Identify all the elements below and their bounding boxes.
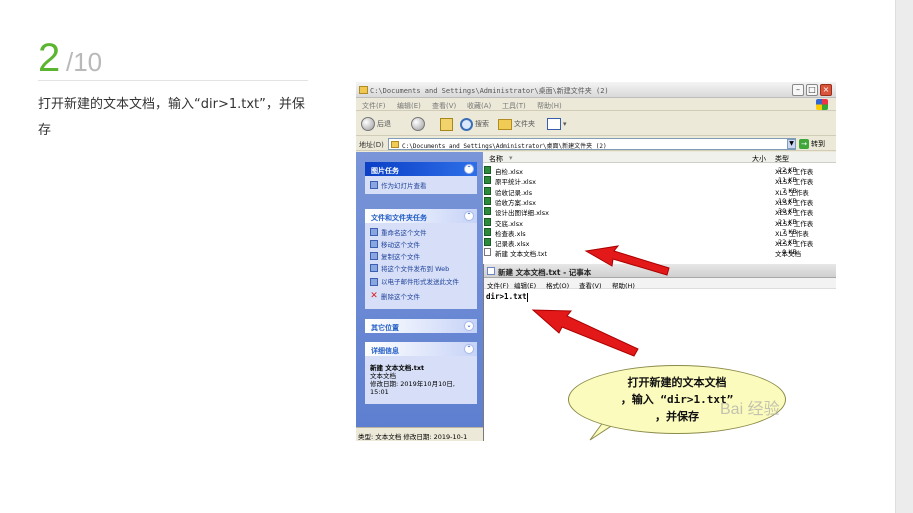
callout-line-1: 打开新建的文本文档 (627, 376, 727, 389)
watermark: Bai 经验 (720, 401, 780, 418)
annotation-arrows (531, 245, 670, 441)
arrow-to-new-file (584, 245, 670, 276)
arrow-to-notepad-text (531, 309, 639, 357)
